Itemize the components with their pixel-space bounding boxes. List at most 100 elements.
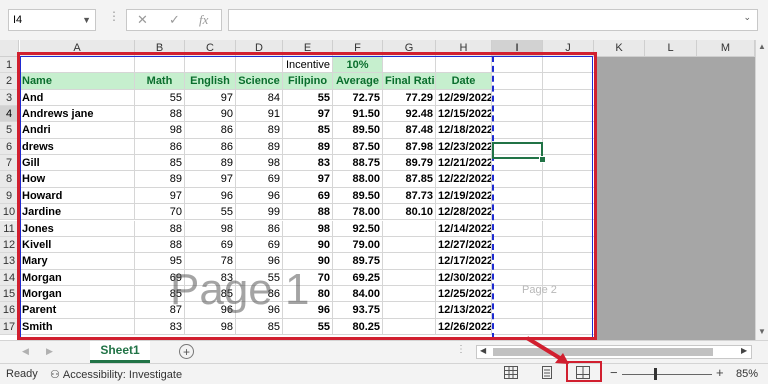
cell-f9[interactable]: 89.50 [333,187,383,205]
name-box[interactable]: I4 ▼ [8,9,96,31]
cell-d12[interactable]: 69 [236,236,283,254]
cell-d16[interactable]: 96 [236,302,283,319]
cell-d14[interactable]: 55 [236,269,283,286]
cell-b5[interactable]: 98 [135,122,185,139]
column-header-j[interactable]: J [543,40,594,57]
cell-b7[interactable]: 85 [135,155,185,172]
cell-h8[interactable]: 12/22/2022 [436,171,492,188]
cell-j13[interactable] [543,253,597,270]
column-header-b[interactable]: B [135,40,185,57]
cell-c6[interactable]: 86 [185,138,236,156]
cell-g10[interactable]: 80.10 [383,204,436,221]
row-header-5[interactable]: 5 [0,122,19,139]
zoom-level[interactable]: 85% [736,368,758,380]
cell-h5[interactable]: 12/18/2022 [436,122,492,139]
cell-h13[interactable]: 12/17/2022 [436,253,492,270]
column-header-l[interactable]: L [645,40,697,57]
cell-i16[interactable] [492,302,543,319]
cell-j3[interactable] [543,89,597,107]
row-header-16[interactable]: 16 [0,302,19,319]
cell-e10[interactable]: 88 [283,204,333,221]
cell-d3[interactable]: 84 [236,89,283,107]
cell-c10[interactable]: 55 [185,204,236,221]
vertical-scrollbar[interactable]: ▲ ▼ [755,40,768,340]
cell-g3[interactable]: 77.29 [383,89,436,107]
cell-g1[interactable] [383,57,436,74]
cell-h12[interactable]: 12/27/2022 [436,236,492,254]
formula-bar-grip-icon[interactable]: ⋮ [108,9,121,23]
cell-f17[interactable]: 80.25 [333,318,383,335]
cell-f14[interactable]: 69.25 [333,269,383,286]
next-sheet-icon[interactable]: ▶ [46,346,53,357]
cell-b16[interactable]: 87 [135,302,185,319]
row-header-13[interactable]: 13 [0,253,19,270]
cell-d13[interactable]: 96 [236,253,283,270]
cell-g5[interactable]: 87.48 [383,122,436,139]
cell-f6[interactable]: 87.50 [333,138,383,156]
scroll-left-icon[interactable]: ◀ [480,346,486,355]
cell-c11[interactable]: 98 [185,220,236,237]
cell-j2[interactable] [543,73,597,90]
row-header-10[interactable]: 10 [0,204,19,221]
cell-f5[interactable]: 89.50 [333,122,383,139]
cell-f2[interactable]: Average [333,73,383,90]
cell-a8[interactable]: How [20,171,135,188]
sheet-tab-sheet1[interactable]: Sheet1 [90,341,150,363]
horizontal-scrollbar[interactable]: ◀ ▶ [476,345,752,359]
cell-i8[interactable] [492,171,543,188]
cell-i10[interactable] [492,204,543,221]
column-header-k[interactable]: K [594,40,645,57]
cell-i12[interactable] [492,236,543,254]
cell-c17[interactable]: 98 [185,318,236,335]
cell-e6[interactable]: 89 [283,138,333,156]
cell-h16[interactable]: 12/13/2022 [436,302,492,319]
cell-f16[interactable]: 93.75 [333,302,383,319]
cell-e3[interactable]: 55 [283,89,333,107]
horizontal-scroll-thumb[interactable] [493,348,713,356]
cell-a15[interactable]: Morgan [20,285,135,303]
cell-g13[interactable] [383,253,436,270]
cell-d11[interactable]: 86 [236,220,283,237]
cell-a6[interactable]: drews [20,138,135,156]
cell-j7[interactable] [543,155,597,172]
cell-i9[interactable] [492,187,543,205]
cell-g6[interactable]: 87.98 [383,138,436,156]
cell-g17[interactable] [383,318,436,335]
cell-h11[interactable]: 12/14/2022 [436,220,492,237]
column-header-d[interactable]: D [236,40,283,57]
cell-e13[interactable]: 90 [283,253,333,270]
zoom-slider-thumb[interactable] [654,368,657,380]
cell-h1[interactable] [436,57,492,74]
cell-a7[interactable]: Gill [20,155,135,172]
cell-g2[interactable]: Final Rating [383,73,436,90]
insert-function-icon[interactable]: fx [199,12,208,28]
cell-g4[interactable]: 92.48 [383,106,436,123]
cell-d5[interactable]: 89 [236,122,283,139]
cell-i4[interactable] [492,106,543,123]
row-header-2[interactable]: 2 [0,73,19,90]
cell-h14[interactable]: 12/30/2022 [436,269,492,286]
row-header-12[interactable]: 12 [0,236,19,254]
cell-b6[interactable]: 86 [135,138,185,156]
cell-g11[interactable] [383,220,436,237]
cell-j9[interactable] [543,187,597,205]
cell-d4[interactable]: 91 [236,106,283,123]
cell-d17[interactable]: 85 [236,318,283,335]
cell-i3[interactable] [492,89,543,107]
cell-j14[interactable] [543,269,597,286]
cell-j8[interactable] [543,171,597,188]
cell-b3[interactable]: 55 [135,89,185,107]
cell-d2[interactable]: Science [236,73,283,90]
row-header-9[interactable]: 9 [0,187,19,205]
zoom-in-button[interactable]: + [716,365,724,380]
cell-h10[interactable]: 12/28/2022 [436,204,492,221]
column-header-m[interactable]: M [697,40,755,57]
cell-e17[interactable]: 55 [283,318,333,335]
cell-g7[interactable]: 89.79 [383,155,436,172]
page-break-preview-icon[interactable] [576,366,592,380]
cell-c8[interactable]: 97 [185,171,236,188]
cell-h9[interactable]: 12/19/2022 [436,187,492,205]
row-header-4[interactable]: 4 [0,106,19,123]
add-sheet-button[interactable]: + [179,344,194,359]
row-header-14[interactable]: 14 [0,269,19,286]
